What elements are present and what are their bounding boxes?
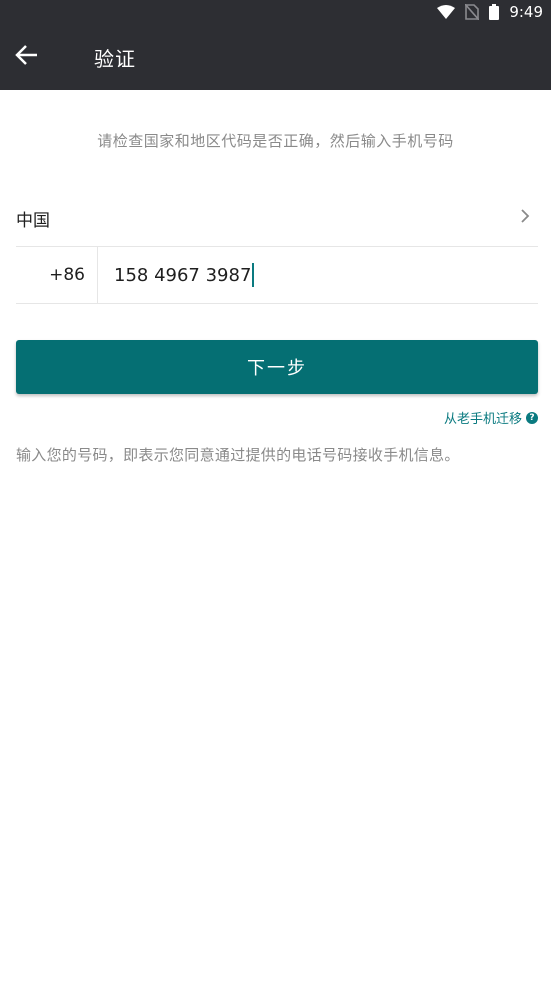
migrate-from-old-phone-link[interactable]: 从老手机迁移 ? xyxy=(444,408,538,427)
phone-number-input[interactable]: 158 4967 3987 xyxy=(98,247,538,303)
chevron-right-icon xyxy=(520,208,530,228)
migrate-label: 从老手机迁移 xyxy=(443,412,522,427)
status-bar: 9:49 xyxy=(0,0,551,24)
next-button[interactable]: 下一步 xyxy=(16,340,538,394)
next-button-label: 下一步 xyxy=(247,358,307,379)
country-code: +86 xyxy=(49,265,85,285)
page-title: 验证 xyxy=(94,46,136,71)
consent-text: 输入您的号码，即表示您同意通过提供的电话号码接收手机信息。 xyxy=(16,446,460,464)
wifi-icon xyxy=(437,5,456,19)
country-name: 中国 xyxy=(16,210,50,231)
country-selector[interactable]: 中国 xyxy=(16,190,538,247)
instruction-text: 请检查国家和地区代码是否正确，然后输入手机号码 xyxy=(97,132,454,150)
text-caret xyxy=(252,263,255,287)
country-code-field[interactable]: +86 xyxy=(16,247,98,303)
help-icon[interactable]: ? xyxy=(526,411,538,424)
status-time: 9:49 xyxy=(509,3,543,21)
arrow-left-icon xyxy=(15,45,39,69)
app-toolbar: 验证 xyxy=(0,24,551,90)
back-button[interactable] xyxy=(0,24,54,90)
no-sim-icon xyxy=(465,4,480,20)
phone-number-value: 158 4967 3987 xyxy=(114,264,252,286)
phone-row: +86 158 4967 3987 xyxy=(16,247,538,304)
battery-icon xyxy=(489,4,500,20)
